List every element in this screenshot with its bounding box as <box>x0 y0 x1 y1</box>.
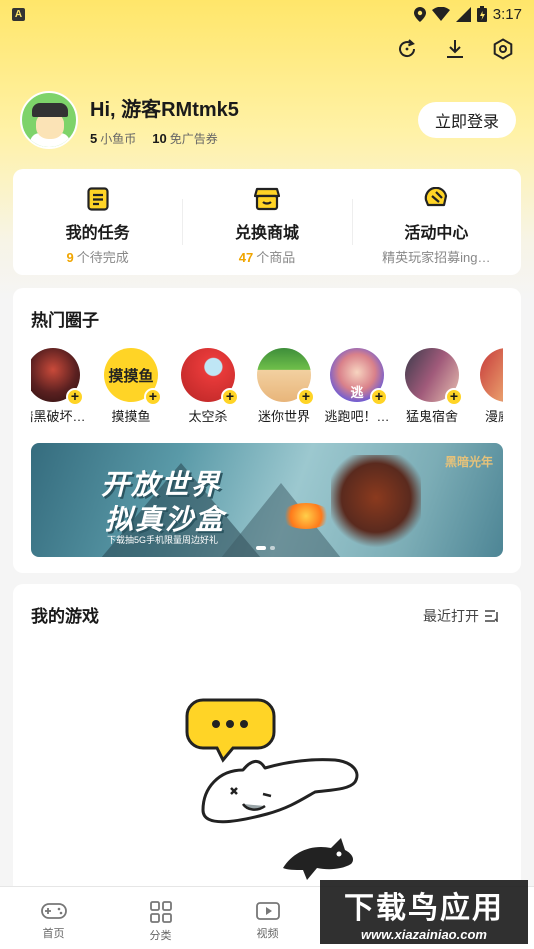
banner-subtext: 下载抽5G手机限量周边好礼 <box>107 535 219 545</box>
circle-item[interactable]: 摸摸鱼 + 摸摸鱼 <box>95 348 167 425</box>
refresh-icon[interactable] <box>394 36 420 62</box>
status-bar: A 3:17 <box>0 0 534 28</box>
recent-sort-button[interactable]: 最近打开 <box>423 606 499 626</box>
empty-state-illustration <box>173 692 373 892</box>
circle-avatar: + <box>405 348 463 406</box>
circle-item[interactable]: 逃 + 逃跑吧！… <box>321 348 393 425</box>
campaign-icon <box>423 186 449 212</box>
battery-icon <box>476 6 487 22</box>
circle-avatar <box>480 348 503 402</box>
circle-avatar: + <box>31 348 84 406</box>
join-circle-button[interactable]: + <box>144 388 162 406</box>
settings-icon[interactable] <box>490 36 516 62</box>
shop-icon <box>253 186 280 212</box>
activity-center-item[interactable]: 活动中心 精英玩家招募ing… <box>351 169 521 275</box>
circle-avatar: 逃 + <box>330 348 388 406</box>
location-icon <box>413 6 426 22</box>
hot-circles-card: 热门圈子 + 暗黑破坏… 摸摸鱼+ 摸摸鱼 + 太空杀 + 迷你世界 逃+ 逃跑… <box>13 288 521 573</box>
header-actions <box>394 36 516 62</box>
circle-item[interactable]: + 太空杀 <box>172 348 244 425</box>
clock-time: 3:17 <box>492 5 522 23</box>
circle-item[interactable]: 漫威 <box>471 348 503 425</box>
tab-home[interactable]: 首页 <box>0 887 107 949</box>
banner-headline-1: 开放世界 <box>101 469 222 500</box>
banner-game-logo: 黑暗光年 <box>444 455 493 469</box>
join-circle-button[interactable]: + <box>445 388 463 406</box>
dragon-illustration <box>331 455 421 550</box>
join-circle-button[interactable]: + <box>297 388 315 406</box>
circle-avatar: + <box>181 348 239 406</box>
app-notification-icon: A <box>12 7 25 21</box>
login-button[interactable]: 立即登录 <box>418 102 516 138</box>
promo-banner[interactable]: 开放世界 拟真沙盒 下载抽5G手机限量周边好礼 黑暗光年 <box>31 443 503 557</box>
join-circle-button[interactable]: + <box>66 388 84 406</box>
circle-item[interactable]: + 猛鬼宿舍 <box>396 348 468 425</box>
my-tasks-item[interactable]: 我的任务 9 个待完成 <box>13 169 182 275</box>
profile-info: Hi, 游客RMtmk5 5 小鱼币 10 免广告券 <box>90 93 239 147</box>
user-greeting: Hi, 游客RMtmk5 <box>90 99 239 121</box>
circle-item[interactable]: + 迷你世界 <box>248 348 320 425</box>
avatar[interactable] <box>20 91 78 149</box>
task-list-icon <box>85 186 111 212</box>
exchange-mall-item[interactable]: 兑换商城 47 个商品 <box>182 169 351 275</box>
tab-video[interactable]: 视频 <box>214 887 321 949</box>
sort-icon <box>485 610 498 622</box>
profile-section: Hi, 游客RMtmk5 5 小鱼币 10 免广告券 立即登录 <box>20 89 516 151</box>
my-games-card: 我的游戏 最近打开 <box>13 584 521 904</box>
fish-coin-stat[interactable]: 5 小鱼币 <box>90 130 136 147</box>
banner-headline-2: 拟真沙盒 <box>105 504 226 535</box>
circle-item[interactable]: + 暗黑破坏… <box>31 348 89 425</box>
video-icon <box>255 902 280 920</box>
watermark: 下载鸟应用 www.xiazainiao.com <box>320 880 528 944</box>
download-icon[interactable] <box>442 36 468 62</box>
grid-icon <box>149 901 172 923</box>
circle-avatar: + <box>257 348 315 406</box>
tab-category[interactable]: 分类 <box>107 887 214 949</box>
my-games-title: 我的游戏 <box>31 607 99 626</box>
hot-circles-title: 热门圈子 <box>31 311 99 330</box>
quick-actions-card: 我的任务 9 个待完成 兑换商城 47 个商品 活动中心 精英玩家招募ing… <box>13 169 521 275</box>
circle-avatar: 摸摸鱼 + <box>104 348 162 406</box>
join-circle-button[interactable]: + <box>221 388 239 406</box>
join-circle-button[interactable]: + <box>370 388 388 406</box>
gamepad-icon <box>40 903 67 919</box>
cellular-signal-icon <box>455 6 471 22</box>
wifi-icon <box>431 7 450 21</box>
banner-pagination <box>256 546 275 550</box>
user-stats: 5 小鱼币 10 免广告券 <box>90 130 239 147</box>
hot-circles-list: + 暗黑破坏… 摸摸鱼+ 摸摸鱼 + 太空杀 + 迷你世界 逃+ 逃跑吧！… +… <box>31 348 503 428</box>
ad-free-coupon-stat[interactable]: 10 免广告券 <box>152 130 217 147</box>
